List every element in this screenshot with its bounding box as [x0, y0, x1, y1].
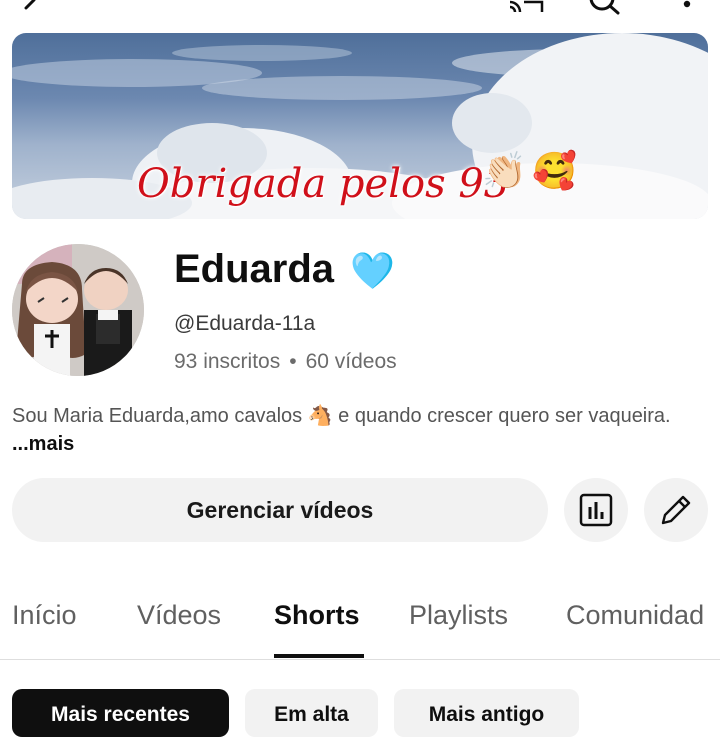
analytics-button[interactable]	[564, 478, 628, 542]
tabs-divider	[0, 659, 720, 660]
back-arrow-icon[interactable]	[18, 0, 48, 16]
smiling-hearts-emoji: 🥰	[532, 150, 577, 191]
subscriber-count: 93 inscritos	[174, 350, 281, 373]
video-count: 60 vídeos	[305, 350, 397, 373]
stats-separator: •	[289, 350, 297, 373]
manage-videos-label: Gerenciar vídeos	[186, 496, 374, 523]
light-blue-heart-emoji: 🩵	[350, 250, 395, 291]
edit-channel-button[interactable]	[644, 478, 708, 542]
clapping-hands-emoji: 👏🏻	[482, 150, 527, 191]
chip-trending[interactable]: Em alta	[245, 689, 378, 737]
channel-description[interactable]: Sou Maria Eduarda,amo cavalos 🐴 e quando…	[12, 402, 702, 458]
avatar-image	[12, 244, 144, 376]
tab-comunidade[interactable]: Comunidad	[566, 600, 704, 631]
chip-most-recent[interactable]: Mais recentes	[12, 689, 229, 737]
channel-banner: Obrigada pelos 93 👏🏻 🥰	[12, 33, 708, 219]
manage-videos-button[interactable]: Gerenciar vídeos	[12, 478, 548, 542]
analytics-icon	[579, 493, 613, 527]
more-link[interactable]: ...mais	[12, 433, 74, 455]
channel-tabs: Início Vídeos Shorts Playlists Comunidad	[0, 590, 720, 660]
channel-stats: 93 inscritos • 60 vídeos	[174, 350, 397, 374]
more-vert-icon[interactable]	[681, 0, 693, 16]
tab-playlists[interactable]: Playlists	[409, 600, 508, 631]
channel-handle: @Eduarda-11a	[174, 312, 316, 335]
chip-oldest[interactable]: Mais antigo	[394, 689, 579, 737]
top-app-bar	[0, 0, 720, 22]
tab-shorts[interactable]: Shorts	[274, 600, 360, 631]
pencil-icon	[661, 495, 691, 525]
description-text: Sou Maria Eduarda,amo cavalos 🐴 e quando…	[12, 405, 671, 427]
tab-inicio[interactable]: Início	[12, 600, 77, 631]
active-tab-indicator	[274, 654, 364, 658]
banner-thanks-text: Obrigada pelos 93	[137, 161, 510, 207]
channel-name: Eduarda	[174, 247, 335, 291]
channel-avatar[interactable]	[12, 244, 144, 376]
search-icon[interactable]	[586, 0, 626, 16]
cast-icon[interactable]	[504, 0, 544, 16]
tab-videos[interactable]: Vídeos	[137, 600, 221, 631]
